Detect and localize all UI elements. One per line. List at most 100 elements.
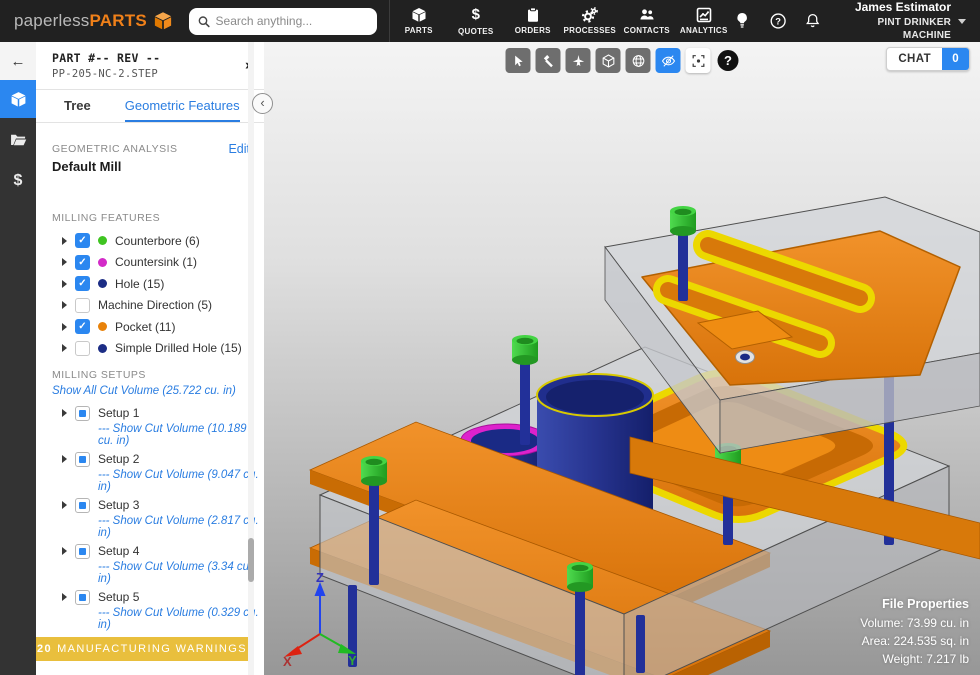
section-plane-icon[interactable] (565, 48, 591, 73)
lightbulb-icon[interactable] (732, 10, 752, 32)
global-search[interactable] (188, 7, 378, 35)
tab-tree[interactable]: Tree (64, 90, 91, 122)
rail-files[interactable] (0, 118, 36, 160)
expand-arrow-icon[interactable] (62, 236, 67, 245)
brand-cube-icon (154, 12, 171, 30)
expand-arrow-icon[interactable] (62, 322, 67, 331)
counterbore-cap[interactable] (512, 335, 538, 365)
feature-checkbox[interactable] (75, 233, 90, 248)
counterbore-cap[interactable] (670, 206, 696, 236)
expand-arrow-icon[interactable] (62, 344, 67, 352)
file-properties-overlay: File Properties Volume: 73.99 cu. in Are… (860, 595, 969, 668)
nav-label: CONTACTS (623, 26, 670, 35)
setup-checkbox[interactable] (75, 543, 90, 559)
nav-parts[interactable]: PARTS (390, 0, 447, 42)
search-input[interactable] (215, 14, 369, 28)
show-cut-volume-link[interactable]: --- Show Cut Volume (3.34 cu. in) (98, 561, 264, 585)
setup-label: Setup 4 (98, 544, 140, 558)
manufacturing-warnings-banner[interactable]: 20 MANUFACTURING WARNINGS (36, 636, 248, 661)
user-info: James Estimator PINT DRINKER MACHINE (837, 0, 951, 42)
panel-tabs: Tree Geometric Features (36, 90, 264, 123)
bell-icon[interactable] (803, 11, 822, 32)
show-all-cut-volume-link[interactable]: Show All Cut Volume (25.722 cu. in) (52, 385, 264, 397)
feature-checkbox[interactable] (75, 276, 90, 291)
part-number-title: PART #-- REV -- (52, 51, 161, 65)
show-cut-volume-link[interactable]: --- Show Cut Volume (10.189 cu. in) (98, 423, 264, 447)
feature-row-machine-direction: Machine Direction (5) (62, 297, 264, 313)
feature-label: Countersink (1) (115, 255, 198, 269)
feature-checkbox[interactable] (75, 297, 90, 313)
expand-arrow-icon[interactable] (62, 409, 67, 417)
nav-analytics[interactable]: ANALYTICS (675, 0, 732, 42)
expand-arrow-icon[interactable] (62, 547, 67, 555)
warnings-label: MANUFACTURING WARNINGS (57, 642, 247, 655)
select-cursor-icon[interactable] (505, 48, 531, 73)
file-properties-title: File Properties (882, 597, 969, 612)
file-area: Area: 224.535 sq. in (861, 634, 969, 648)
warnings-count: 20 (37, 642, 53, 655)
paperless-parts-logo[interactable]: paperlessPARTS (14, 11, 173, 31)
expand-arrow-icon[interactable] (62, 301, 67, 309)
back-arrow-icon[interactable] (0, 42, 36, 80)
top-navigation: PARTS QUOTES ORDERS PROCESSES (390, 0, 732, 42)
globe-icon[interactable] (625, 48, 651, 73)
chart-icon (696, 7, 712, 23)
cube-icon (412, 8, 426, 22)
rail-pricing[interactable] (0, 160, 36, 202)
nav-contacts[interactable]: CONTACTS (618, 0, 675, 42)
user-company: PINT DRINKER MACHINE (877, 16, 951, 41)
feature-label: Hole (15) (115, 276, 165, 291)
nav-quotes[interactable]: QUOTES (447, 0, 504, 42)
nav-label: ANALYTICS (679, 26, 728, 35)
rail-part-viewer[interactable] (0, 80, 36, 118)
feature-row-countersink: Countersink (1) (62, 254, 264, 270)
nav-orders[interactable]: ORDERS (504, 0, 561, 42)
viewer-help-icon[interactable] (717, 50, 739, 71)
feature-color-dot (98, 236, 107, 245)
nav-processes[interactable]: PROCESSES (561, 0, 618, 42)
panel-scrollbar-thumb[interactable] (248, 538, 254, 582)
setup-checkbox[interactable] (75, 589, 90, 605)
user-menu[interactable]: James Estimator PINT DRINKER MACHINE (837, 0, 966, 42)
expand-arrow-icon[interactable] (62, 501, 67, 509)
nav-label: PARTS (404, 26, 433, 35)
feature-checkbox[interactable] (75, 254, 90, 270)
part-3d-viewer[interactable]: CHAT 0 Z X Y File Properties Volume: 73.… (264, 42, 980, 675)
expand-arrow-icon[interactable] (62, 455, 67, 463)
feature-label: Counterbore (6) (115, 233, 200, 248)
feature-checkbox[interactable] (75, 319, 90, 334)
show-cut-volume-link[interactable]: --- Show Cut Volume (0.329 cu. in) (98, 607, 264, 631)
measure-tools-icon[interactable] (535, 48, 561, 73)
feature-row-simple-drilled-hole: Simple Drilled Hole (15) (62, 340, 264, 356)
show-cut-volume-link[interactable]: --- Show Cut Volume (9.047 cu. in) (98, 469, 264, 493)
feature-checkbox[interactable] (75, 340, 90, 356)
feature-color-dot (98, 257, 107, 267)
setup-checkbox[interactable] (75, 497, 90, 513)
chat-button[interactable]: CHAT 0 (886, 47, 970, 71)
hole-feature-small[interactable] (735, 350, 755, 364)
expand-arrow-icon[interactable] (62, 279, 67, 288)
setup-checkbox[interactable] (75, 451, 90, 467)
zoom-fit-icon[interactable] (685, 48, 711, 73)
expand-arrow-icon[interactable] (62, 258, 67, 266)
counterbore-cap[interactable] (361, 456, 387, 486)
left-icon-rail (0, 42, 36, 675)
chat-count-badge: 0 (942, 48, 969, 70)
axis-z-label: Z (316, 572, 324, 585)
edit-analysis-link[interactable]: Edit (228, 142, 250, 156)
expand-arrow-icon[interactable] (62, 593, 67, 601)
hide-features-eye-slash-icon[interactable] (655, 48, 681, 73)
feature-color-dot (98, 322, 107, 331)
setup-1: Setup 1 --- Show Cut Volume (10.189 cu. … (36, 405, 264, 447)
counterbore-cap[interactable] (567, 562, 593, 592)
show-cut-volume-link[interactable]: --- Show Cut Volume (2.817 cu. in) (98, 515, 264, 539)
setup-checkbox[interactable] (75, 405, 90, 421)
tab-geometric-features[interactable]: Geometric Features (124, 90, 240, 122)
dollar-icon (14, 172, 23, 190)
collapse-panel-button[interactable] (252, 93, 273, 114)
top-bar: paperlessPARTS PARTS QUOTES (0, 0, 980, 42)
help-icon[interactable]: ? (768, 10, 788, 32)
solid-view-cube-icon[interactable] (595, 48, 621, 73)
nav-label: ORDERS (514, 26, 551, 35)
feature-label: Pocket (11) (115, 319, 176, 334)
